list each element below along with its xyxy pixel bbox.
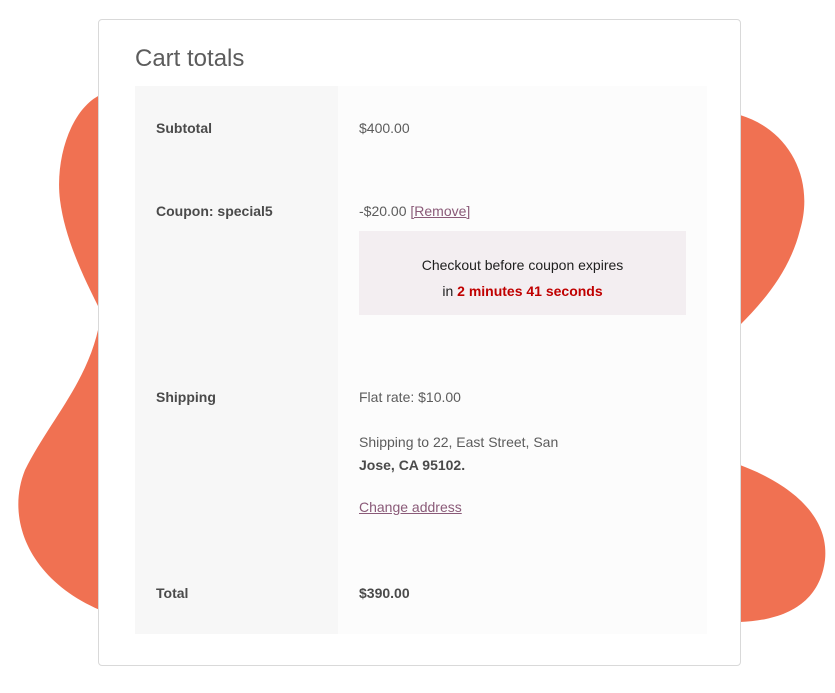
subtotal-label: Subtotal bbox=[135, 86, 338, 169]
cart-totals-title: Cart totals bbox=[135, 45, 245, 72]
shipping-destination: Shipping to 22, East Street, San Jose, C… bbox=[359, 431, 687, 477]
blob-right-bottom bbox=[740, 465, 826, 622]
coupon-expiry-notice: Checkout before coupon expires in 2 minu… bbox=[359, 231, 686, 315]
subtotal-value: $400.00 bbox=[338, 86, 707, 169]
coupon-expiry-countdown-line: in 2 minutes 41 seconds bbox=[359, 278, 686, 304]
change-address-link[interactable]: Change address bbox=[359, 499, 462, 515]
coupon-expiry-prefix: in bbox=[442, 283, 454, 299]
shipping-destination-address: Jose, CA 95102. bbox=[359, 457, 466, 473]
coupon-expiry-countdown: 2 minutes 41 seconds bbox=[457, 283, 603, 299]
total-value: $390.00 bbox=[338, 551, 707, 634]
blob-right-top bbox=[740, 115, 805, 325]
shipping-destination-prefix: Shipping to 22, East Street, San bbox=[359, 434, 559, 450]
blob-left-bottom bbox=[18, 320, 100, 610]
coupon-label: Coupon: special5 bbox=[135, 169, 338, 355]
page: Cart totals Subtotal $400.00 Coupon: spe… bbox=[0, 0, 835, 693]
coupon-discount-value: -$20.00 bbox=[359, 203, 407, 219]
blob-left-top bbox=[59, 95, 100, 310]
coupon-cell: -$20.00 [Remove] Checkout before coupon … bbox=[338, 169, 707, 355]
shipping-cell: Flat rate: $10.00 Shipping to 22, East S… bbox=[338, 355, 707, 551]
cart-totals-table: Subtotal $400.00 Coupon: special5 -$20.0… bbox=[135, 86, 707, 634]
cart-totals-card: Cart totals Subtotal $400.00 Coupon: spe… bbox=[98, 19, 741, 666]
total-label: Total bbox=[135, 551, 338, 634]
coupon-expiry-text: Checkout before coupon expires bbox=[421, 257, 624, 273]
shipping-method: Flat rate: $10.00 bbox=[359, 389, 461, 405]
remove-coupon-link[interactable]: [Remove] bbox=[410, 203, 470, 219]
shipping-label: Shipping bbox=[135, 355, 338, 551]
